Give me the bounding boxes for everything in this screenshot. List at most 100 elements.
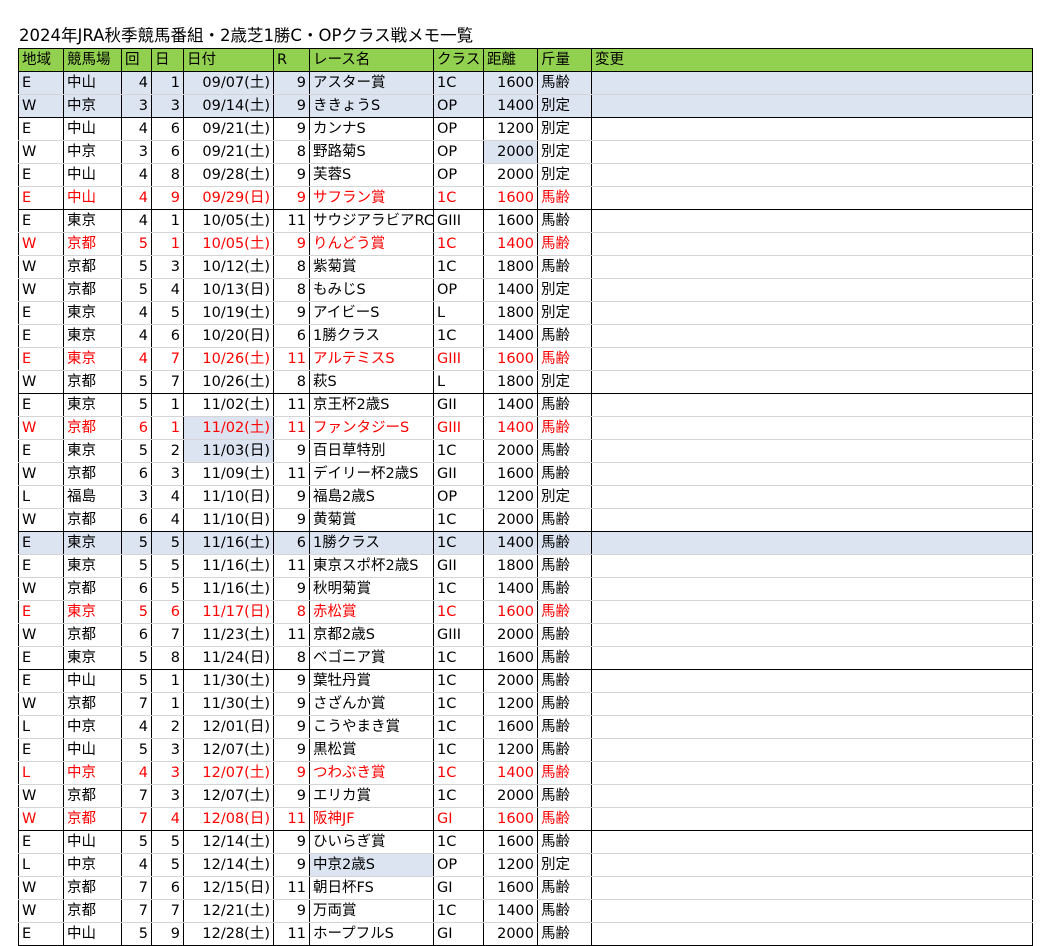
cell-change[interactable] [591,876,1033,900]
cell-distance[interactable]: 1800 [483,301,538,325]
cell-date[interactable]: 12/21(土) [183,899,274,923]
cell-kai[interactable]: 5 [121,554,152,578]
cell-kai[interactable]: 4 [121,761,152,785]
cell-weight[interactable]: 馬齢 [537,922,592,946]
cell-course[interactable]: 京都 [63,577,122,601]
cell-race-no[interactable]: 9 [273,439,310,463]
cell-region[interactable]: E [18,738,64,762]
cell-date[interactable]: 11/02(土) [183,416,274,440]
cell-class[interactable]: OP [433,117,484,141]
cell-day[interactable]: 4 [151,485,184,509]
cell-date[interactable]: 11/30(土) [183,692,274,716]
cell-race-no[interactable]: 11 [273,416,310,440]
cell-course[interactable]: 東京 [63,531,122,555]
cell-day[interactable]: 8 [151,646,184,670]
cell-date[interactable]: 09/21(土) [183,140,274,164]
cell-date[interactable]: 12/07(土) [183,738,274,762]
cell-class[interactable]: 1C [433,646,484,670]
cell-race-name[interactable]: アルテミスS [309,347,434,371]
cell-race-name[interactable]: 百日草特別 [309,439,434,463]
cell-change[interactable] [591,278,1033,302]
cell-date[interactable]: 12/08(日) [183,807,274,831]
cell-day[interactable]: 3 [151,94,184,118]
cell-race-no[interactable]: 11 [273,876,310,900]
cell-change[interactable] [591,600,1033,624]
cell-kai[interactable]: 7 [121,784,152,808]
cell-change[interactable] [591,416,1033,440]
cell-kai[interactable]: 4 [121,209,152,233]
cell-weight[interactable]: 馬齢 [537,692,592,716]
cell-change[interactable] [591,439,1033,463]
cell-weight[interactable]: 別定 [537,485,592,509]
cell-region[interactable]: E [18,439,64,463]
cell-course[interactable]: 中山 [63,117,122,141]
cell-race-name[interactable]: 赤松賞 [309,600,434,624]
cell-day[interactable]: 6 [151,140,184,164]
cell-course[interactable]: 中山 [63,922,122,946]
cell-weight[interactable]: 別定 [537,117,592,141]
cell-distance[interactable]: 2000 [483,623,538,647]
cell-class[interactable]: GII [433,462,484,486]
cell-class[interactable]: OP [433,94,484,118]
cell-change[interactable] [591,508,1033,532]
cell-distance[interactable]: 1400 [483,232,538,256]
cell-race-no[interactable]: 6 [273,531,310,555]
cell-race-name[interactable]: 紫菊賞 [309,255,434,279]
cell-distance[interactable]: 1200 [483,738,538,762]
cell-race-no[interactable]: 8 [273,140,310,164]
cell-course[interactable]: 東京 [63,393,122,417]
cell-kai[interactable]: 5 [121,600,152,624]
cell-race-no[interactable]: 11 [273,393,310,417]
cell-change[interactable] [591,393,1033,417]
cell-region[interactable]: W [18,508,64,532]
cell-day[interactable]: 1 [151,692,184,716]
cell-change[interactable] [591,485,1033,509]
cell-class[interactable]: 1C [433,600,484,624]
cell-region[interactable]: W [18,140,64,164]
cell-race-name[interactable]: 萩S [309,370,434,394]
cell-class[interactable]: OP [433,163,484,187]
cell-region[interactable]: L [18,715,64,739]
cell-distance[interactable]: 1400 [483,416,538,440]
cell-date[interactable]: 11/17(日) [183,600,274,624]
cell-distance[interactable]: 1800 [483,255,538,279]
cell-day[interactable]: 2 [151,715,184,739]
cell-weight[interactable]: 馬齢 [537,784,592,808]
cell-kai[interactable]: 5 [121,255,152,279]
cell-weight[interactable]: 馬齢 [537,439,592,463]
cell-class[interactable]: L [433,301,484,325]
cell-course[interactable]: 東京 [63,600,122,624]
cell-change[interactable] [591,738,1033,762]
cell-course[interactable]: 京都 [63,416,122,440]
cell-region[interactable]: W [18,94,64,118]
cell-distance[interactable]: 1200 [483,692,538,716]
cell-change[interactable] [591,853,1033,877]
cell-date[interactable]: 11/10(日) [183,508,274,532]
cell-region[interactable]: W [18,899,64,923]
cell-date[interactable]: 09/28(土) [183,163,274,187]
cell-day[interactable]: 1 [151,209,184,233]
cell-kai[interactable]: 3 [121,94,152,118]
cell-weight[interactable]: 別定 [537,163,592,187]
cell-distance[interactable]: 1600 [483,830,538,854]
cell-class[interactable]: 1C [433,508,484,532]
cell-distance[interactable]: 1600 [483,186,538,210]
header-change[interactable]: 変更 [591,48,1033,72]
cell-date[interactable]: 11/09(土) [183,462,274,486]
cell-kai[interactable]: 7 [121,876,152,900]
cell-race-no[interactable]: 9 [273,508,310,532]
cell-weight[interactable]: 馬齢 [537,876,592,900]
header-class[interactable]: クラス [433,48,484,72]
cell-distance[interactable]: 1400 [483,324,538,348]
cell-day[interactable]: 5 [151,301,184,325]
cell-distance[interactable]: 1600 [483,600,538,624]
cell-kai[interactable]: 4 [121,117,152,141]
cell-course[interactable]: 中京 [63,94,122,118]
cell-race-name[interactable]: 京王杯2歳S [309,393,434,417]
cell-course[interactable]: 中京 [63,853,122,877]
cell-weight[interactable]: 馬齢 [537,393,592,417]
cell-class[interactable]: OP [433,278,484,302]
header-date[interactable]: 日付 [183,48,274,72]
cell-race-name[interactable]: 阪神JF [309,807,434,831]
cell-change[interactable] [591,623,1033,647]
